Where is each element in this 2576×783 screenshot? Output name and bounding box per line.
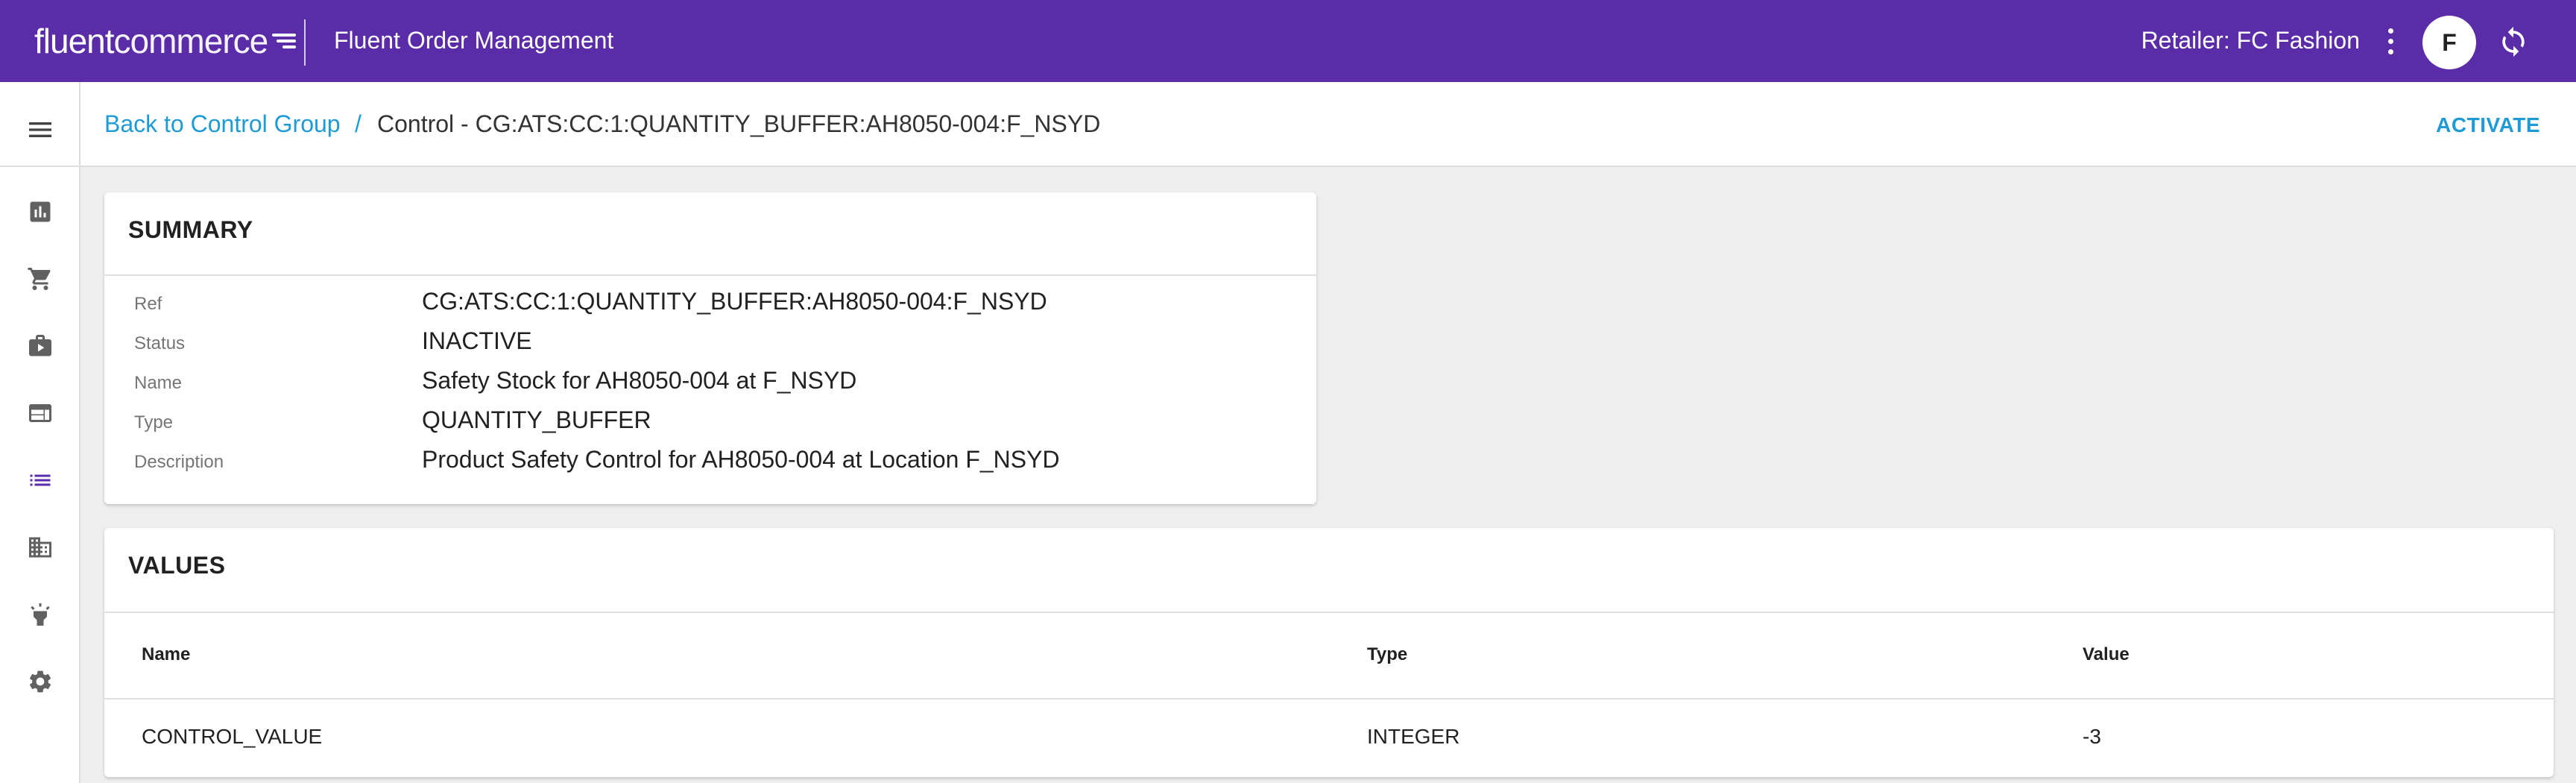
- column-header-value[interactable]: Value: [2083, 644, 2130, 665]
- fluentcommerce-logo[interactable]: fluent commerce: [34, 19, 297, 63]
- browser-window-icon[interactable]: [25, 398, 55, 428]
- name-value: Safety Stock for AH8050-004 at F_NSYD: [422, 367, 857, 394]
- values-title: VALUES: [128, 552, 226, 579]
- breadcrumb-separator: /: [355, 110, 362, 137]
- ref-label: Ref: [134, 294, 162, 314]
- app-header: fluent commerce Fluent Order Management R…: [0, 0, 2576, 82]
- status-value: INACTIVE: [422, 327, 532, 354]
- type-label: Type: [134, 412, 174, 433]
- more-vert-icon[interactable]: [2382, 25, 2400, 57]
- values-divider: [104, 611, 2554, 613]
- page-title: Control - CG:ATS:CC:1:QUANTITY_BUFFER:AH…: [377, 110, 1101, 137]
- summary-divider: [104, 274, 1316, 276]
- sidebar: [0, 82, 80, 783]
- sidebar-divider: [0, 166, 80, 167]
- type-value: QUANTITY_BUFFER: [422, 406, 651, 433]
- name-label: Name: [134, 373, 183, 393]
- logo-text-fluent: fluent: [34, 22, 115, 60]
- summary-title: SUMMARY: [128, 216, 253, 243]
- shopping-cart-icon[interactable]: [25, 264, 55, 294]
- retailer-selector[interactable]: Retailer: FC Fashion: [2141, 27, 2360, 54]
- user-avatar[interactable]: F: [2422, 16, 2476, 69]
- sync-icon[interactable]: [2497, 25, 2530, 58]
- ref-value: CG:ATS:CC:1:QUANTITY_BUFFER:AH8050-004:F…: [422, 288, 1047, 315]
- settings-gear-icon[interactable]: [25, 667, 55, 696]
- logo-bars-icon: [272, 32, 297, 50]
- description-value: Product Safety Control for AH8050-004 at…: [422, 446, 1060, 473]
- cell-name: CONTROL_VALUE: [142, 725, 323, 748]
- status-label: Status: [134, 333, 186, 353]
- table-header-divider: [104, 698, 2554, 699]
- column-header-type[interactable]: Type: [1367, 644, 1407, 665]
- building-icon[interactable]: [25, 532, 55, 562]
- cell-value: -3: [2083, 725, 2101, 748]
- summary-card: SUMMARY Ref CG:ATS:CC:1:QUANTITY_BUFFER:…: [104, 192, 1316, 504]
- description-label: Description: [134, 452, 224, 472]
- column-header-name[interactable]: Name: [142, 644, 190, 665]
- back-to-control-group-link[interactable]: Back to Control Group: [104, 110, 341, 138]
- dashboard-chart-icon[interactable]: [25, 197, 55, 227]
- header-divider: [304, 19, 306, 66]
- briefcase-icon[interactable]: [25, 331, 55, 361]
- values-card: VALUES Name Type Value CONTROL_VALUE INT…: [104, 528, 2554, 777]
- app-title: Fluent Order Management: [334, 27, 614, 54]
- lightbulb-icon[interactable]: [25, 600, 55, 629]
- breadcrumb: Back to Control Group / Control - CG:ATS…: [80, 82, 2576, 167]
- activate-button[interactable]: ACTIVATE: [2436, 113, 2540, 137]
- list-icon[interactable]: [25, 465, 55, 495]
- cell-type: INTEGER: [1367, 725, 1460, 748]
- menu-icon[interactable]: [25, 115, 55, 145]
- logo-text-commerce: commerce: [113, 22, 269, 60]
